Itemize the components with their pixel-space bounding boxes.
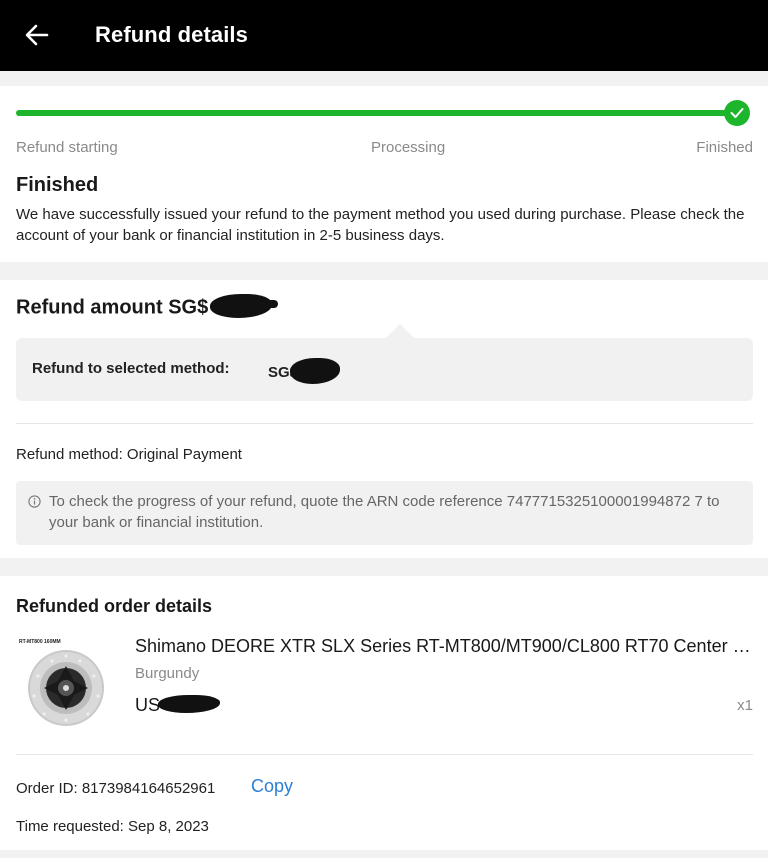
selected-method-label: Refund to selected method: [32, 360, 230, 377]
progress-bar [16, 110, 738, 116]
divider [16, 423, 753, 424]
refund-amount-label: Refund amount SG$ [16, 296, 209, 319]
refunded-order-card: Refunded order details RT-MT800 160MM Sh… [0, 576, 768, 850]
product-quantity: x1 [737, 697, 753, 714]
product-title[interactable]: Shimano DEORE XTR SLX Series RT-MT800/MT… [135, 636, 753, 657]
order-id: Order ID: 8173984164652961 [16, 780, 216, 797]
page-title: Refund details [95, 22, 248, 47]
product-price-currency: US [135, 695, 161, 715]
selected-method-amount: SG$ [268, 358, 341, 386]
order-section-title: Refunded order details [16, 596, 213, 616]
redacted-amount [158, 695, 221, 714]
redacted-amount [290, 358, 341, 384]
product-variant: Burgundy [135, 665, 200, 682]
step-label-finished: Finished [696, 139, 753, 156]
refund-status-card: Refund starting Processing Finished Fini… [0, 86, 768, 262]
thumb-caption: RT-MT800 160MM [19, 639, 61, 645]
refund-amount-heading: Refund amount SG$ [16, 294, 279, 320]
arn-info-box: To check the progress of your refund, qu… [16, 481, 753, 545]
check-icon [730, 108, 744, 118]
arrow-left-icon [25, 24, 49, 46]
progress-complete-marker [724, 100, 750, 126]
selected-method-box: Refund to selected method: SG$ [16, 338, 753, 401]
product-price: US [135, 695, 221, 716]
copy-order-id-button[interactable]: Copy [251, 776, 293, 797]
status-description: We have successfully issued your refund … [16, 206, 745, 244]
step-label-refund-starting: Refund starting [16, 139, 118, 156]
step-label-processing: Processing [371, 139, 446, 156]
status-title: Finished [16, 174, 99, 196]
bubble-pointer [386, 324, 414, 338]
time-requested: Time requested: Sep 8, 2023 [16, 818, 209, 835]
refund-amount-card: Refund amount SG$ Refund to selected met… [0, 280, 768, 558]
product-thumbnail[interactable]: RT-MT800 160MM [16, 636, 112, 732]
arn-info-text: To check the progress of your refund, qu… [49, 493, 720, 531]
refund-method: Refund method: Original Payment [16, 446, 242, 463]
info-circle-icon [28, 495, 41, 508]
back-button[interactable] [20, 20, 54, 50]
redaction-mark [260, 300, 279, 308]
divider [16, 754, 753, 755]
app-header: Refund details [0, 0, 768, 71]
